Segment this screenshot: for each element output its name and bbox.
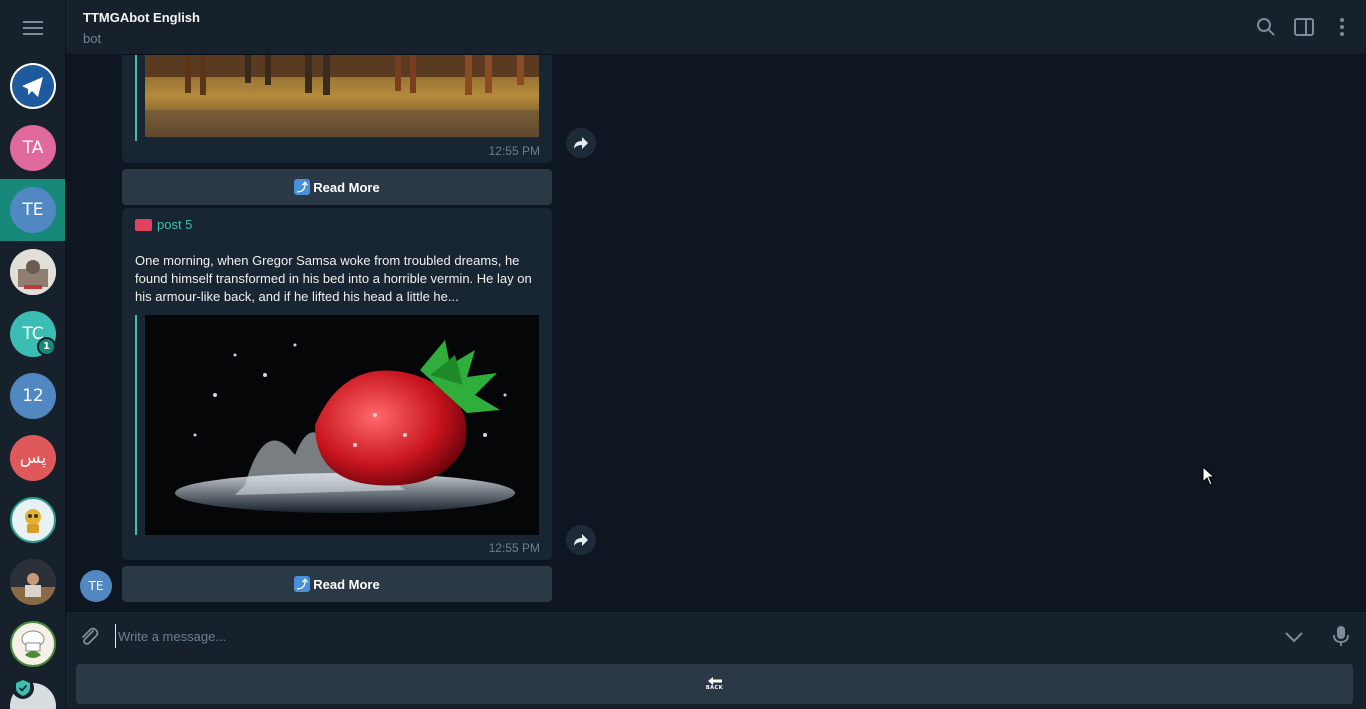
telegram-plane-icon [12,65,54,107]
horses-photo-icon [145,55,539,137]
post-title: post 5 [135,217,192,232]
message-bubble-post5: post 5 One morning, when Gregor Samsa wo… [122,208,552,560]
microphone-icon[interactable] [1330,624,1352,648]
strawberry-photo-icon [145,315,539,535]
chat-item-tc[interactable]: TC 1 [0,303,65,365]
bot-keyboard: BACK [66,659,1366,709]
sidebar-toggle-icon[interactable] [1293,16,1315,38]
post-title-label: post 5 [157,217,193,232]
avatar-arabic: پس [10,435,56,481]
sender-avatar[interactable]: TE [80,570,112,602]
chat-item-chef[interactable] [0,613,65,675]
chat-item-telegram[interactable] [0,55,65,117]
back-button-label: BACK [705,685,724,691]
chef-hat-icon [21,630,45,658]
avatar-ta: TA [10,125,56,171]
photo-avatar-icon [10,559,56,605]
menu-icon [23,20,43,35]
read-more-label: Read More [313,179,380,195]
forward-button[interactable] [566,128,596,158]
strawberry-image[interactable] [145,315,539,535]
back-button[interactable]: BACK [76,664,1353,704]
avatar-12: 12 [10,373,56,419]
message-time: 12:55 PM [488,144,540,158]
chat-status: bot [83,31,102,46]
horses-image[interactable] [145,55,539,137]
chat-item-ta[interactable]: TA [0,117,65,179]
avatar-photo-2 [10,559,56,605]
ticket-icon [135,218,152,231]
forward-arrow-icon [574,137,588,149]
forward-arrow-icon [574,534,588,546]
quote-bar [135,55,137,141]
read-more-button-post5[interactable]: ⤴ Read More [122,566,552,602]
chat-item-photo-2[interactable] [0,551,65,613]
read-more-button-post4[interactable]: ⤴ Read More [122,169,552,205]
return-arrow-icon: ⤴ [294,576,311,592]
robot-icon [25,509,41,533]
shield-check-icon [12,677,34,699]
read-more-label: Read More [313,576,380,592]
chat-item-te[interactable]: TE [0,179,65,241]
telegram-avatar [10,63,56,109]
avatar-te: TE [10,187,56,233]
chat-item-arabic[interactable]: پس [0,427,65,489]
chat-header: TTMGAbot English bot [66,0,1366,55]
back-arrow-icon [707,677,722,685]
chat-item-robot[interactable] [0,489,65,551]
avatar-photo-1 [10,249,56,295]
avatar-chef [10,621,56,667]
mouse-cursor-icon [1202,466,1215,486]
attach-icon[interactable] [78,625,100,647]
chat-item-12[interactable]: 12 [0,365,65,427]
chat-list-sidebar: TA TE TC 1 12 پس [0,0,66,709]
chat-title[interactable]: TTMGAbot English [83,10,200,25]
hamburger-menu-button[interactable] [0,0,65,55]
chevron-down-icon[interactable] [1283,626,1305,648]
unread-badge: 1 [37,337,56,356]
forward-button[interactable] [566,525,596,555]
message-composer [66,611,1366,659]
avatar-robot [10,497,56,543]
message-bubble-post4: 12:55 PM [122,55,552,163]
chat-item-photo-1[interactable] [0,241,65,303]
quote-bar [135,315,137,535]
message-time: 12:55 PM [488,541,540,555]
post-text: One morning, when Gregor Samsa woke from… [135,253,532,304]
message-history: 12:55 PM ⤴ Read More post 5 One morning,… [66,55,1366,611]
search-icon[interactable] [1255,16,1277,38]
more-options-icon[interactable] [1331,16,1353,38]
message-input[interactable] [115,624,1215,648]
return-arrow-icon: ⤴ [294,179,311,195]
photo-avatar-icon [10,249,56,295]
